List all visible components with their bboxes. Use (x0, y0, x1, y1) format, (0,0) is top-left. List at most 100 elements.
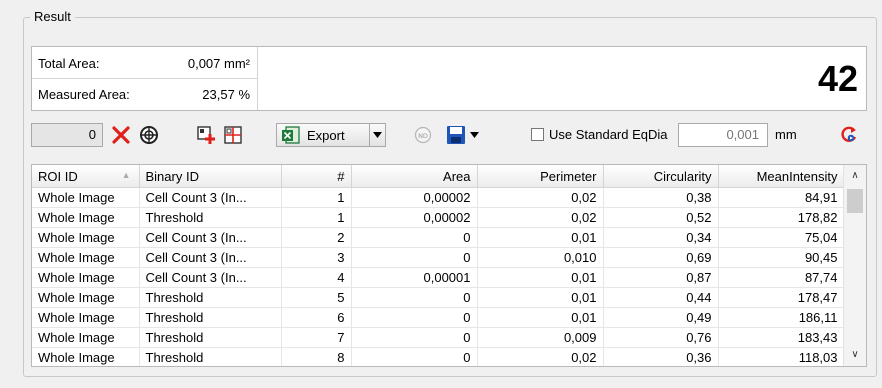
table-cell: Threshold (139, 327, 282, 348)
target-icon (140, 126, 158, 144)
vertical-scrollbar[interactable]: ∧ ∨ (843, 165, 866, 366)
table-cell: 84,91 (718, 187, 845, 208)
chevron-down-icon (469, 132, 479, 138)
table-cell: 0,69 (603, 247, 719, 268)
table-cell: Whole Image (32, 267, 140, 288)
column-header-perimeter[interactable]: Perimeter (477, 165, 604, 188)
use-standard-eqdia-label: Use Standard EqDia (549, 127, 668, 142)
scroll-down-icon[interactable]: ∨ (844, 346, 866, 364)
add-roi-button[interactable] (194, 123, 218, 147)
nd-button[interactable]: ND (411, 123, 435, 147)
table-row[interactable]: Whole Image Cell Count 3 (In... 2 0 0,01 0,34… (32, 227, 845, 248)
table-cell: Whole Image (32, 187, 140, 208)
table-cell: 0,02 (477, 187, 604, 208)
table-cell: 6 (281, 307, 352, 328)
table-cell: 0,49 (603, 307, 719, 328)
table-cell: 0 (351, 307, 478, 328)
area-summary: Total Area: 0,007 mm² Measured Area: 23,… (32, 47, 258, 110)
total-area-label: Total Area: (38, 55, 100, 71)
eqdia-unit-label: mm (775, 127, 797, 142)
table-cell: 0 (351, 327, 478, 348)
table-row[interactable]: Whole Image Cell Count 3 (In... 1 0,00002 0,… (32, 187, 845, 208)
table-cell: 0,01 (477, 307, 604, 328)
table-cell: 8 (281, 347, 352, 366)
column-header-roi-id[interactable]: ROI ID ▲ (32, 165, 140, 188)
column-header-area[interactable]: Area (351, 165, 478, 188)
table-cell: 75,04 (718, 227, 845, 248)
delete-icon (112, 126, 130, 144)
table-cell: Threshold (139, 347, 282, 366)
table-row[interactable]: Whole Image Cell Count 3 (In... 3 0 0,010 0,6… (32, 247, 845, 268)
table-cell: 0,36 (603, 347, 719, 366)
column-header-circularity[interactable]: Circularity (603, 165, 719, 188)
table-cell: 0,01 (477, 287, 604, 308)
results-table: ROI ID ▲ Binary ID # Area Perimeter Circu… (32, 165, 845, 366)
table-cell: 3 (281, 247, 352, 268)
column-header-number[interactable]: # (281, 165, 352, 188)
results-table-body: Whole Image Cell Count 3 (In... 1 0,00002 0,… (32, 187, 845, 366)
table-row[interactable]: Whole Image Threshold 5 0 0,01 0,44 178,47 (32, 287, 845, 308)
chevron-down-icon (373, 132, 382, 138)
table-cell: 5 (281, 287, 352, 308)
add-roi-icon (197, 126, 215, 144)
target-button[interactable] (137, 123, 161, 147)
export-label: Export (307, 127, 345, 143)
table-cell: 178,82 (718, 207, 845, 228)
table-cell: 178,47 (718, 287, 845, 308)
summary-divider (32, 78, 257, 79)
object-count: 42 (817, 58, 858, 99)
export-dropdown-button[interactable] (370, 123, 386, 147)
svg-text:ND: ND (418, 132, 428, 140)
table-row[interactable]: Whole Image Cell Count 3 (In... 4 0,00001 0,… (32, 267, 845, 288)
table-cell: 0,02 (477, 207, 604, 228)
column-header-mean-intensity[interactable]: MeanIntensity (718, 165, 845, 188)
table-cell: Threshold (139, 287, 282, 308)
table-cell: 0,02 (477, 347, 604, 366)
table-cell: 7 (281, 327, 352, 348)
table-cell: 0,00002 (351, 207, 478, 228)
table-row[interactable]: Whole Image Threshold 6 0 0,01 0,49 186,11 (32, 307, 845, 328)
summary-panel: Total Area: 0,007 mm² Measured Area: 23,… (31, 46, 867, 111)
delete-button[interactable] (109, 123, 133, 147)
table-cell: Whole Image (32, 347, 140, 366)
table-cell: 118,03 (718, 347, 845, 366)
save-button[interactable] (445, 123, 467, 147)
refresh-button[interactable] (837, 123, 861, 147)
table-row[interactable]: Whole Image Threshold 8 0 0,02 0,36 118,03 (32, 347, 845, 366)
table-cell: 1 (281, 187, 352, 208)
table-cell: Whole Image (32, 227, 140, 248)
selection-counter[interactable]: 0 (31, 123, 103, 147)
save-dropdown-button[interactable] (466, 123, 482, 147)
use-standard-eqdia-checkbox[interactable] (531, 128, 544, 141)
eqdia-value-field[interactable]: 0,001 (678, 123, 768, 147)
table-cell: 0,87 (603, 267, 719, 288)
table-cell: 0,00001 (351, 267, 478, 288)
table-cell: 0,52 (603, 207, 719, 228)
table-cell: 186,11 (718, 307, 845, 328)
export-button[interactable]: Export (276, 123, 370, 147)
column-header-binary-id[interactable]: Binary ID (139, 165, 282, 188)
total-area-row: Total Area: 0,007 mm² (38, 53, 250, 73)
nd-icon: ND (414, 126, 432, 144)
table-cell: 87,74 (718, 267, 845, 288)
table-cell: 0 (351, 247, 478, 268)
table-row[interactable]: Whole Image Threshold 1 0,00002 0,02 0,52 178,… (32, 207, 845, 228)
table-cell: Threshold (139, 307, 282, 328)
table-cell: Cell Count 3 (In... (139, 267, 282, 288)
table-cell: 2 (281, 227, 352, 248)
table-cell: 1 (281, 207, 352, 228)
grid-button[interactable] (221, 123, 245, 147)
scroll-up-icon[interactable]: ∧ (844, 167, 866, 185)
excel-export-icon (282, 126, 300, 144)
table-cell: Whole Image (32, 307, 140, 328)
table-row[interactable]: Whole Image Threshold 7 0 0,009 0,76 183,43 (32, 327, 845, 348)
use-standard-eqdia-toggle[interactable]: Use Standard EqDia (531, 127, 668, 142)
table-cell: 0,009 (477, 327, 604, 348)
table-cell: 90,45 (718, 247, 845, 268)
toolbar: 0 Export ND Use Standard EqDia 0,001 mm (31, 120, 867, 150)
refresh-icon (841, 126, 857, 142)
table-cell: 0,010 (477, 247, 604, 268)
table-cell: Threshold (139, 207, 282, 228)
scrollbar-thumb[interactable] (847, 189, 863, 213)
table-header-row: ROI ID ▲ Binary ID # Area Perimeter Circu… (32, 165, 845, 188)
